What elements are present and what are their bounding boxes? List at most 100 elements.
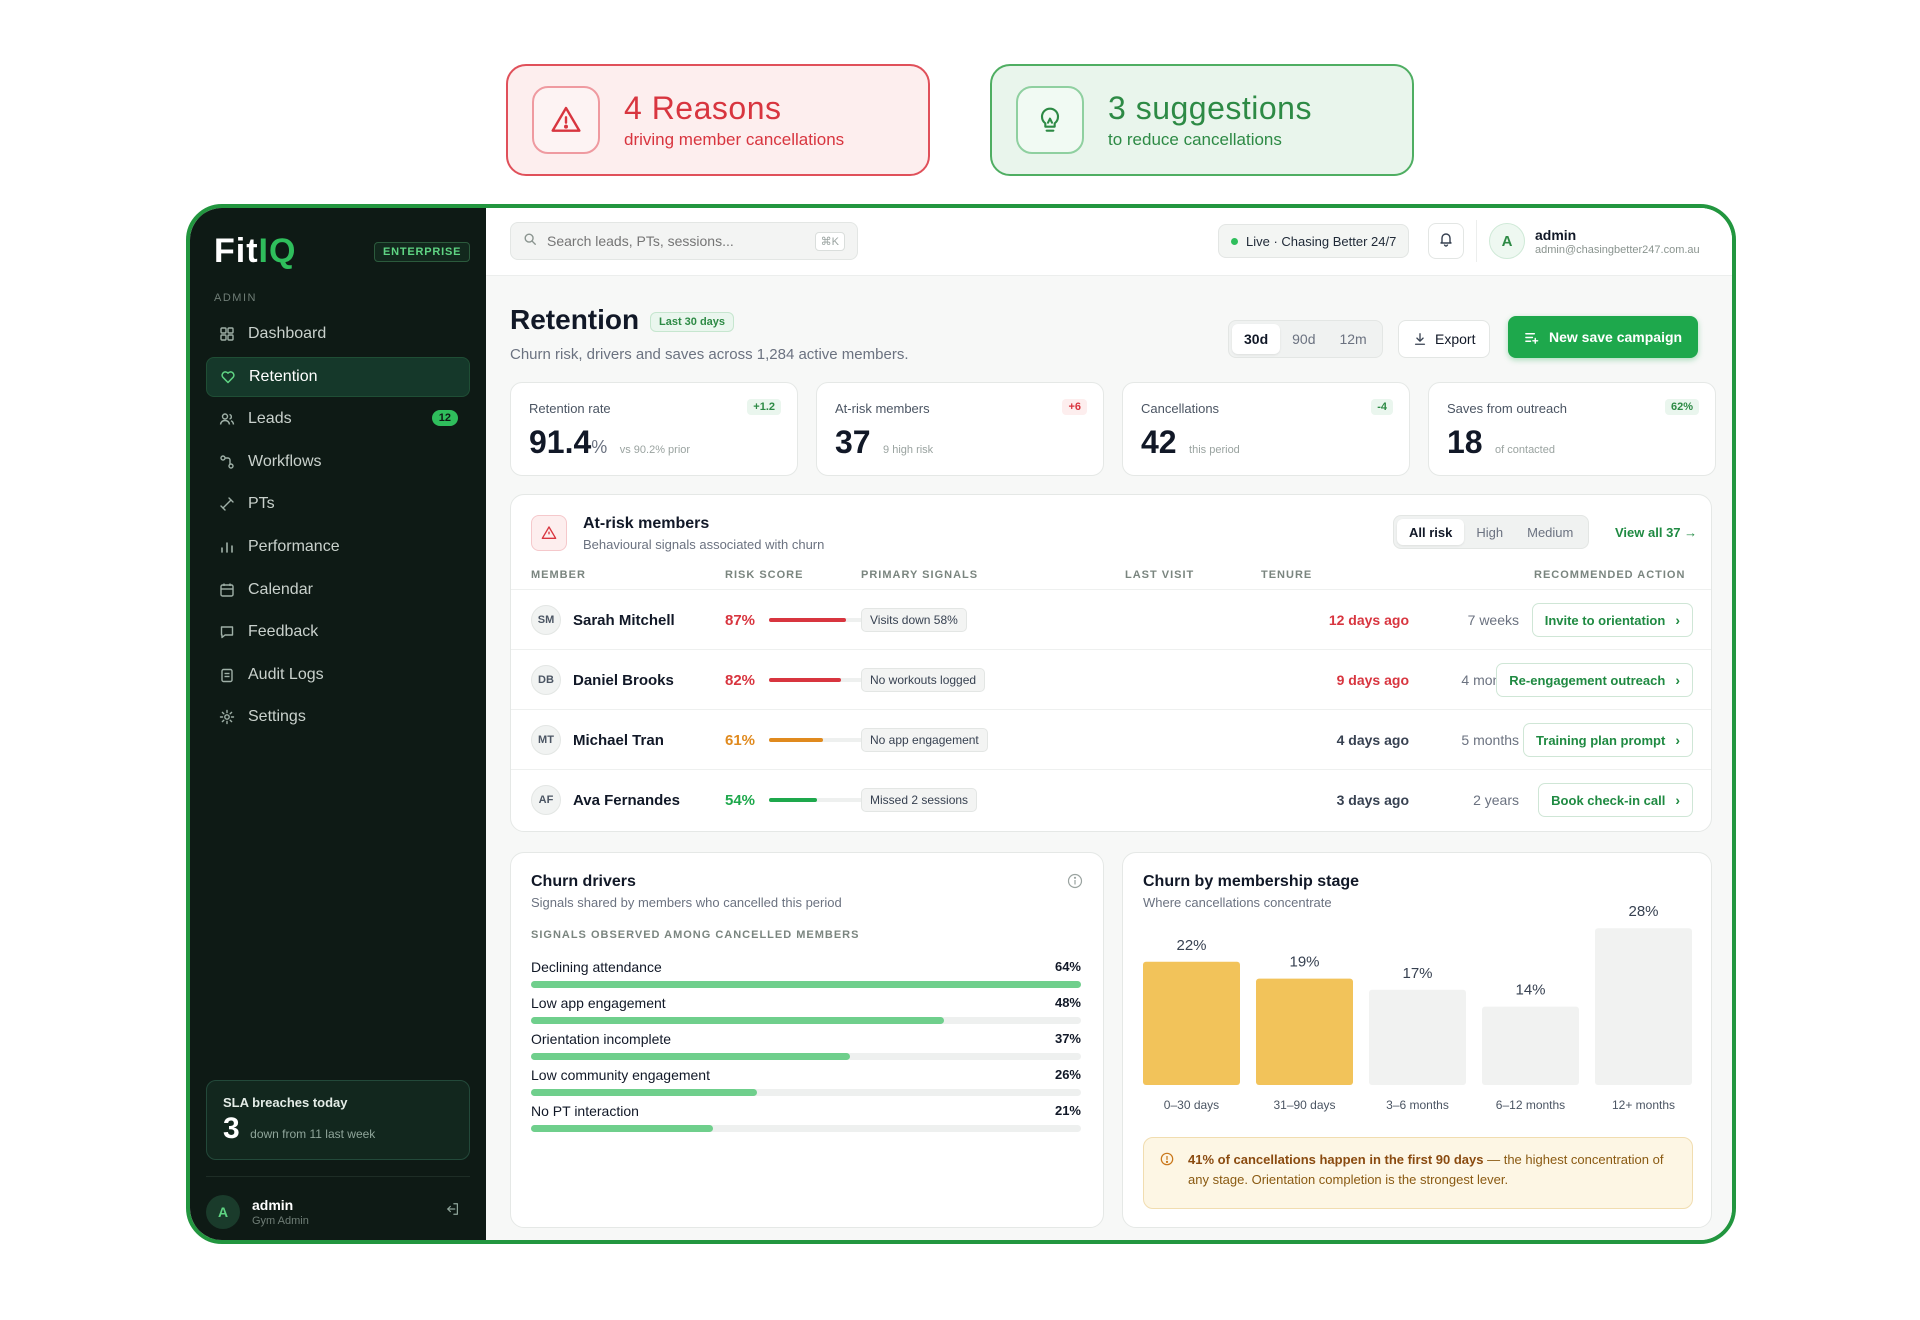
sidebar-item-pts[interactable]: PTs: [206, 484, 470, 524]
risk-filter: All risk High Medium: [1393, 515, 1590, 549]
user-email: admin@chasingbetter247.com.au: [1535, 243, 1700, 256]
stage-bar-chart: 22% 0–30 days 19% 31–90 days 17% 3–6 months 14…: [1143, 903, 1692, 1112]
reasons-callout[interactable]: 4 Reasons driving member cancellations: [506, 64, 930, 176]
lightbulb-icon: [1016, 86, 1084, 154]
stage-category-label: 3–6 months: [1386, 1098, 1449, 1112]
recommended-action-button[interactable]: Re-engagement outreach ›: [1496, 663, 1693, 697]
action-cell: Re-engagement outreach ›: [1496, 650, 1693, 710]
range-selector: 30d 90d 12m: [1228, 320, 1383, 358]
tenure: 7 weeks: [1467, 612, 1519, 628]
new-save-campaign-button[interactable]: New save campaign: [1508, 316, 1699, 358]
list-plus-icon: [1524, 330, 1539, 345]
action-label: Training plan prompt: [1536, 732, 1666, 748]
risk-cell: 87%: [725, 590, 877, 650]
signal-tag: No workouts logged: [861, 668, 986, 692]
warning-triangle-icon: [532, 86, 600, 154]
view-all-link[interactable]: View all 37 →: [1615, 525, 1697, 540]
sidebar-item-label: Calendar: [248, 580, 313, 598]
sidebar-item-leads[interactable]: Leads 12: [206, 399, 470, 439]
notifications-button[interactable]: [1428, 223, 1464, 259]
filter-high[interactable]: High: [1464, 519, 1515, 545]
member-name[interactable]: Ava Fernandes: [573, 792, 680, 809]
tenure-cell: 5 months: [1461, 710, 1519, 770]
search-icon: [523, 232, 537, 251]
range-90d[interactable]: 90d: [1280, 324, 1327, 354]
sidebar-item-label: Retention: [249, 367, 318, 385]
table-row[interactable]: DB Daniel Brooks 82% No workouts logged 9 da…: [511, 649, 1711, 709]
recommended-action-button[interactable]: Invite to orientation ›: [1531, 603, 1693, 637]
table-row[interactable]: MT Michael Tran 61% No app engagement 4 days…: [511, 709, 1711, 769]
sidebar-item-workflows[interactable]: Workflows: [206, 442, 470, 482]
workflow-icon: [218, 453, 236, 471]
search-box[interactable]: ⌘K: [510, 222, 858, 260]
stage-value-label: 28%: [1628, 903, 1658, 920]
driver-label: Declining attendance: [531, 959, 662, 975]
recommended-action-button[interactable]: Book check-in call ›: [1538, 783, 1693, 817]
sidebar-item-audit-logs[interactable]: Audit Logs: [206, 655, 470, 695]
stage-bar[interactable]: [1482, 1006, 1579, 1085]
reasons-subtitle: driving member cancellations: [624, 130, 845, 149]
last-visit: 3 days ago: [1336, 792, 1409, 808]
sidebar-item-feedback[interactable]: Feedback: [206, 612, 470, 652]
at-risk-title: At-risk members: [583, 515, 710, 532]
sidebar-user[interactable]: A admin Gym Admin: [206, 1190, 470, 1234]
driver-fill: [531, 1053, 850, 1060]
sidebar-item-calendar[interactable]: Calendar: [206, 570, 470, 610]
sidebar-item-dashboard[interactable]: Dashboard: [206, 314, 470, 354]
search-input[interactable]: [547, 233, 815, 249]
stage-value-label: 22%: [1176, 937, 1206, 954]
user-menu[interactable]: A admin admin@chasingbetter247.com.au: [1476, 220, 1700, 262]
sla-title: SLA breaches today: [223, 1095, 348, 1110]
drivers-title: Churn drivers: [531, 873, 636, 890]
signal-cell: Visits down 58%: [861, 590, 967, 650]
download-icon: [1413, 332, 1427, 346]
leads-count-badge: 12: [431, 410, 458, 427]
stage-bar[interactable]: [1143, 961, 1240, 1085]
last-visit: 4 days ago: [1336, 732, 1409, 748]
logo-main: Fit: [214, 232, 259, 270]
suggestions-callout[interactable]: 3 suggestions to reduce cancellations: [990, 64, 1414, 176]
kpi-cancellations: Cancellations -4 42 this period: [1122, 382, 1410, 476]
table-row[interactable]: SM Sarah Mitchell 87% Visits down 58% 12 day…: [511, 589, 1711, 649]
logout-icon[interactable]: [446, 1202, 460, 1221]
sidebar-item-settings[interactable]: Settings: [206, 697, 470, 737]
stage-bar[interactable]: [1595, 928, 1692, 1085]
kpi-note: of contacted: [1495, 444, 1555, 456]
users-icon: [218, 410, 236, 428]
driver-label: No PT interaction: [531, 1103, 639, 1119]
sidebar-item-label: Dashboard: [248, 325, 327, 342]
sidebar-item-retention[interactable]: Retention: [206, 356, 470, 397]
filter-all-risk[interactable]: All risk: [1397, 519, 1465, 545]
sidebar-item-label: Leads: [248, 410, 292, 428]
tenure: 2 years: [1473, 792, 1519, 808]
driver-value: 37%: [1054, 1031, 1081, 1046]
suggestions-subtitle: to reduce cancellations: [1108, 130, 1282, 149]
clipboard-icon: [218, 666, 236, 684]
last-visit-cell: 3 days ago: [1337, 770, 1409, 830]
sla-card[interactable]: SLA breaches today 3 down from 11 last w…: [206, 1080, 470, 1160]
recommended-action-button[interactable]: Training plan prompt ›: [1523, 723, 1693, 757]
stage-bar[interactable]: [1256, 978, 1353, 1085]
driver-label: Low community engagement: [531, 1067, 710, 1083]
risk-score: 54%: [725, 791, 756, 809]
driver-value: 48%: [1054, 995, 1081, 1010]
kpi-delta: +1.2: [747, 399, 781, 415]
sidebar-item-label: Audit Logs: [248, 665, 324, 683]
stage-bar[interactable]: [1369, 989, 1466, 1085]
member-name[interactable]: Sarah Mitchell: [573, 612, 675, 629]
action-cell: Book check-in call ›: [1538, 770, 1693, 830]
table-row[interactable]: AF Ava Fernandes 54% Missed 2 sessions 3 day…: [511, 769, 1711, 829]
fitiq-logo[interactable]: FitIQ: [214, 232, 296, 271]
chevron-right-icon: ›: [1675, 792, 1680, 808]
range-12m[interactable]: 12m: [1327, 324, 1378, 354]
last-visit-cell: 4 days ago: [1337, 710, 1409, 770]
export-button[interactable]: Export: [1398, 320, 1491, 358]
range-30d[interactable]: 30d: [1232, 324, 1281, 354]
member-name[interactable]: Michael Tran: [573, 732, 664, 749]
member-name[interactable]: Daniel Brooks: [573, 672, 674, 689]
info-icon[interactable]: [1067, 873, 1083, 894]
signal-tag: Missed 2 sessions: [861, 788, 978, 812]
sidebar-item-performance[interactable]: Performance: [206, 527, 470, 567]
filter-medium[interactable]: Medium: [1515, 519, 1585, 545]
nav-section-label: ADMIN: [214, 292, 257, 304]
